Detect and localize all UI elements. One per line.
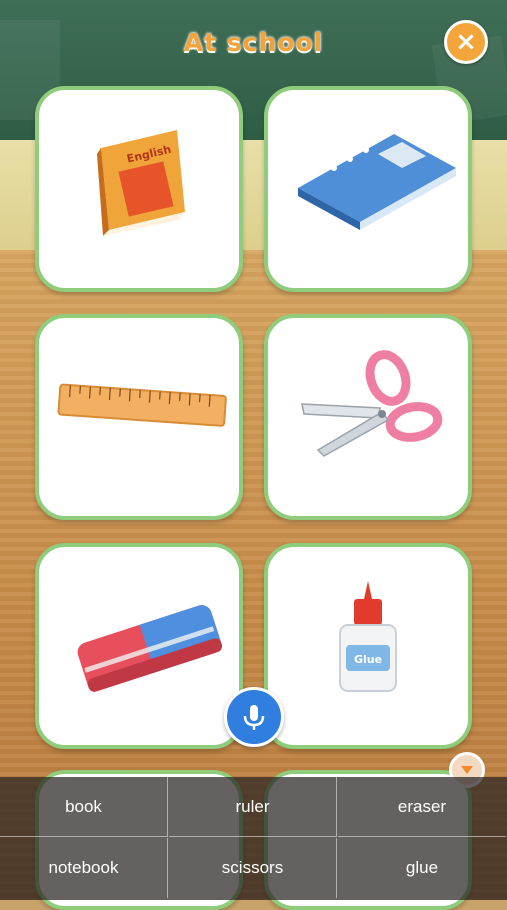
glue-label: Glue	[354, 653, 382, 666]
microphone-icon	[243, 705, 265, 730]
page-title: At school	[183, 28, 324, 57]
card-glue[interactable]: Glue	[264, 543, 472, 749]
ruler-icon	[57, 383, 227, 427]
card-book[interactable]: English	[35, 86, 243, 292]
close-icon: ×	[455, 27, 477, 57]
word-option[interactable]: eraser	[338, 777, 506, 837]
microphone-button[interactable]	[224, 687, 284, 747]
word-bank: book ruler eraser notebook scissors glue	[0, 777, 507, 900]
word-option[interactable]: glue	[338, 838, 506, 898]
word-option[interactable]: ruler	[169, 777, 337, 837]
word-option[interactable]: book	[0, 777, 168, 837]
scissors-icon	[301, 350, 443, 457]
book-icon: English	[97, 130, 185, 236]
word-option[interactable]: scissors	[169, 838, 337, 898]
notebook-icon	[298, 134, 456, 230]
card-ruler[interactable]	[35, 314, 243, 520]
card-eraser[interactable]	[35, 543, 243, 749]
glue-icon: Glue	[339, 581, 397, 692]
card-scissors[interactable]	[264, 314, 472, 520]
card-notebook[interactable]	[264, 86, 472, 292]
word-option[interactable]: notebook	[0, 838, 168, 898]
eraser-icon	[77, 605, 223, 692]
close-button[interactable]: ×	[444, 20, 488, 64]
